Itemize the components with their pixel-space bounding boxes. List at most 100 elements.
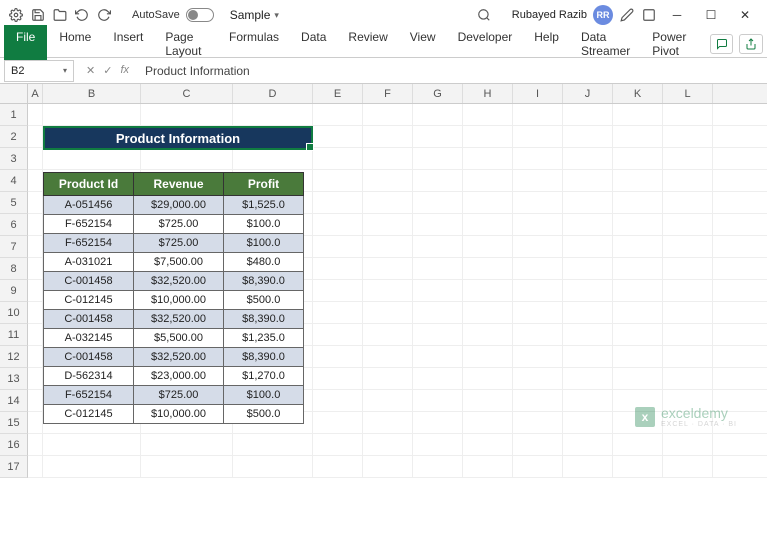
cell[interactable] xyxy=(413,236,463,257)
cell[interactable] xyxy=(563,390,613,411)
cell[interactable] xyxy=(313,324,363,345)
cell[interactable] xyxy=(413,148,463,169)
column-header-F[interactable]: F xyxy=(363,84,413,103)
table-cell[interactable]: A-051456 xyxy=(44,196,134,215)
cell[interactable] xyxy=(413,346,463,367)
cell[interactable] xyxy=(313,170,363,191)
row-header-17[interactable]: 17 xyxy=(0,456,28,478)
cell[interactable] xyxy=(663,148,713,169)
mode-switch-icon[interactable] xyxy=(619,7,635,23)
cell[interactable] xyxy=(463,236,513,257)
cell[interactable] xyxy=(463,148,513,169)
column-header-G[interactable]: G xyxy=(413,84,463,103)
cell[interactable] xyxy=(363,170,413,191)
cell[interactable] xyxy=(363,390,413,411)
cell[interactable] xyxy=(463,214,513,235)
table-cell[interactable]: $100.0 xyxy=(224,386,304,405)
row-header-16[interactable]: 16 xyxy=(0,434,28,456)
row-header-3[interactable]: 3 xyxy=(0,148,28,170)
row-header-10[interactable]: 10 xyxy=(0,302,28,324)
cell[interactable] xyxy=(28,280,43,301)
cell[interactable] xyxy=(28,126,43,147)
cell[interactable] xyxy=(663,456,713,477)
cell[interactable] xyxy=(363,412,413,433)
cell[interactable] xyxy=(28,170,43,191)
table-cell[interactable]: $8,390.0 xyxy=(224,310,304,329)
row-header-7[interactable]: 7 xyxy=(0,236,28,258)
cell[interactable] xyxy=(513,148,563,169)
tab-page-layout[interactable]: Page Layout xyxy=(155,25,217,63)
tab-power-pivot[interactable]: Power Pivot xyxy=(642,25,702,63)
cell[interactable] xyxy=(28,412,43,433)
column-header-D[interactable]: D xyxy=(233,84,313,103)
redo-icon[interactable] xyxy=(96,7,112,23)
column-header-B[interactable]: B xyxy=(43,84,141,103)
cell[interactable] xyxy=(28,236,43,257)
cell[interactable] xyxy=(613,236,663,257)
cell[interactable] xyxy=(28,214,43,235)
cell[interactable] xyxy=(363,192,413,213)
cell[interactable] xyxy=(28,148,43,169)
row-header-8[interactable]: 8 xyxy=(0,258,28,280)
row-header-13[interactable]: 13 xyxy=(0,368,28,390)
cell[interactable] xyxy=(513,126,563,147)
cell[interactable] xyxy=(463,368,513,389)
cell[interactable] xyxy=(563,302,613,323)
cell[interactable] xyxy=(663,324,713,345)
column-header-J[interactable]: J xyxy=(563,84,613,103)
cell[interactable] xyxy=(613,104,663,125)
cell[interactable] xyxy=(613,170,663,191)
table-cell[interactable]: $32,520.00 xyxy=(134,348,224,367)
table-cell[interactable]: C-001458 xyxy=(44,272,134,291)
table-cell[interactable]: C-012145 xyxy=(44,405,134,424)
cell[interactable] xyxy=(513,104,563,125)
table-cell[interactable]: $1,270.0 xyxy=(224,367,304,386)
table-cell[interactable]: F-652154 xyxy=(44,386,134,405)
cell[interactable] xyxy=(43,104,141,125)
cell[interactable] xyxy=(313,236,363,257)
cell[interactable] xyxy=(463,346,513,367)
chevron-down-icon[interactable]: ▾ xyxy=(63,66,67,75)
tab-formulas[interactable]: Formulas xyxy=(219,25,289,63)
cell[interactable] xyxy=(563,104,613,125)
row-header-6[interactable]: 6 xyxy=(0,214,28,236)
cell[interactable] xyxy=(663,368,713,389)
cell[interactable] xyxy=(663,214,713,235)
cell[interactable] xyxy=(413,280,463,301)
cell[interactable] xyxy=(513,258,563,279)
cell[interactable] xyxy=(463,434,513,455)
selected-cell-merged[interactable]: Product Information xyxy=(43,126,313,150)
row-header-15[interactable]: 15 xyxy=(0,412,28,434)
cell[interactable] xyxy=(463,390,513,411)
select-all-corner[interactable] xyxy=(0,84,28,103)
tab-data-streamer[interactable]: Data Streamer xyxy=(571,25,640,63)
table-cell[interactable]: A-032145 xyxy=(44,329,134,348)
cell[interactable] xyxy=(233,434,313,455)
enter-formula-icon[interactable]: ✓ xyxy=(103,64,112,77)
table-cell[interactable]: F-652154 xyxy=(44,215,134,234)
cell[interactable] xyxy=(313,148,363,169)
cell[interactable] xyxy=(363,280,413,301)
cell[interactable] xyxy=(413,104,463,125)
cell[interactable] xyxy=(513,170,563,191)
cell[interactable] xyxy=(413,192,463,213)
cell[interactable] xyxy=(563,170,613,191)
cell[interactable] xyxy=(613,456,663,477)
cell[interactable] xyxy=(413,456,463,477)
cell[interactable] xyxy=(663,258,713,279)
cell[interactable] xyxy=(313,192,363,213)
cell[interactable] xyxy=(513,214,563,235)
tab-developer[interactable]: Developer xyxy=(448,25,523,63)
cell[interactable] xyxy=(613,302,663,323)
toggle-off-icon[interactable] xyxy=(186,8,214,22)
cell[interactable] xyxy=(413,324,463,345)
table-cell[interactable]: C-001458 xyxy=(44,348,134,367)
cell[interactable] xyxy=(613,434,663,455)
cell[interactable] xyxy=(513,192,563,213)
cell[interactable] xyxy=(363,346,413,367)
column-header-H[interactable]: H xyxy=(463,84,513,103)
cell[interactable] xyxy=(513,236,563,257)
cell[interactable] xyxy=(413,412,463,433)
row-header-11[interactable]: 11 xyxy=(0,324,28,346)
table-cell[interactable]: $500.0 xyxy=(224,291,304,310)
